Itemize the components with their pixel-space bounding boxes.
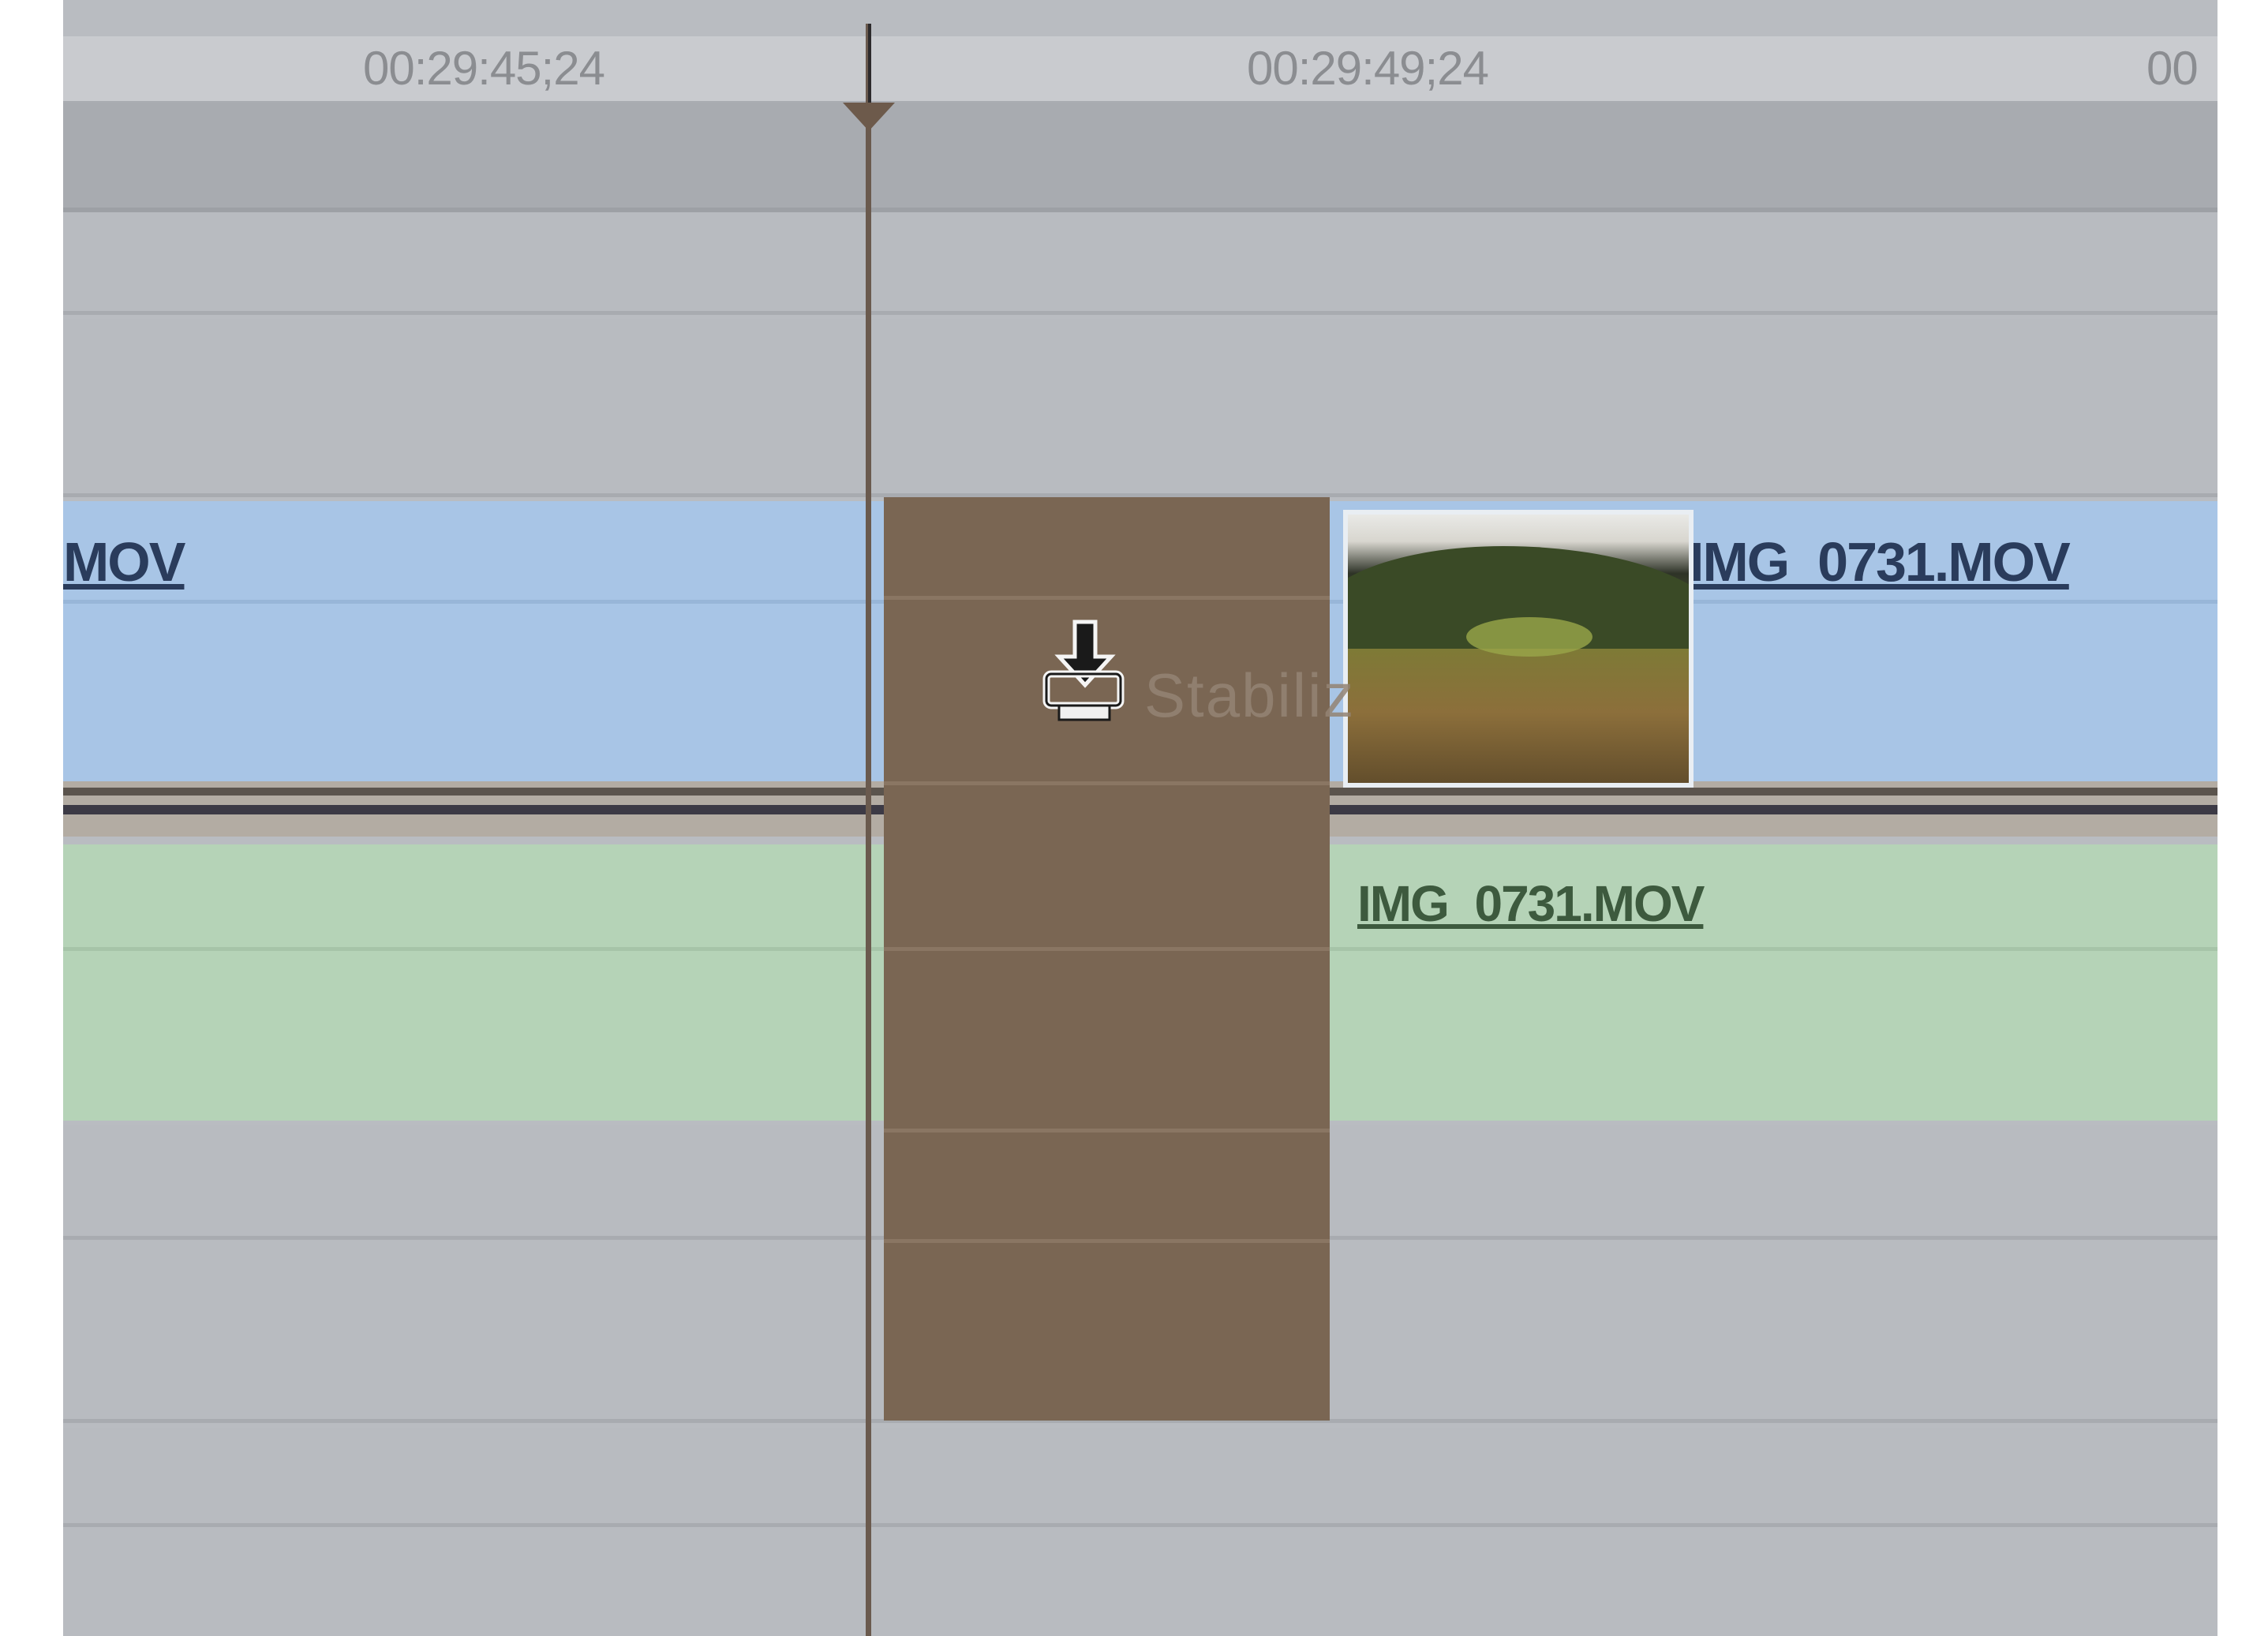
empty-track-v4[interactable] [63, 212, 2217, 315]
playhead-top-line [868, 24, 871, 110]
edit-insert-cursor-icon [1042, 620, 1125, 721]
empty-track-a3[interactable] [63, 1428, 2217, 1636]
video-clip-thumbnail [1343, 510, 1694, 788]
empty-track-v3[interactable] [63, 319, 2217, 497]
playhead-line[interactable] [866, 24, 871, 1636]
audio-clip-right-label[interactable]: IMG_0731.MOV [1357, 874, 1705, 933]
timeline-panel[interactable]: 00:29:45;24 00:29:49;24 00 MOV IMG_0731.… [63, 0, 2217, 1636]
video-clip-left-label[interactable]: MOV [63, 530, 185, 593]
timecode-ruler[interactable]: 00:29:45;24 00:29:49;24 00 [63, 36, 2217, 103]
drop-ghost-text: Stabiliz [1144, 661, 1356, 730]
ruler-timecode-2: 00:29:49;24 [1247, 42, 1489, 95]
ruler-timecode-1: 00:29:45;24 [363, 42, 605, 95]
ruler-track-strip [63, 103, 2217, 212]
ruler-timecode-3: 00 [2146, 42, 2199, 95]
video-clip-right-label[interactable]: IMG_0731.MOV [1689, 530, 2071, 593]
playhead-marker[interactable] [843, 103, 895, 131]
